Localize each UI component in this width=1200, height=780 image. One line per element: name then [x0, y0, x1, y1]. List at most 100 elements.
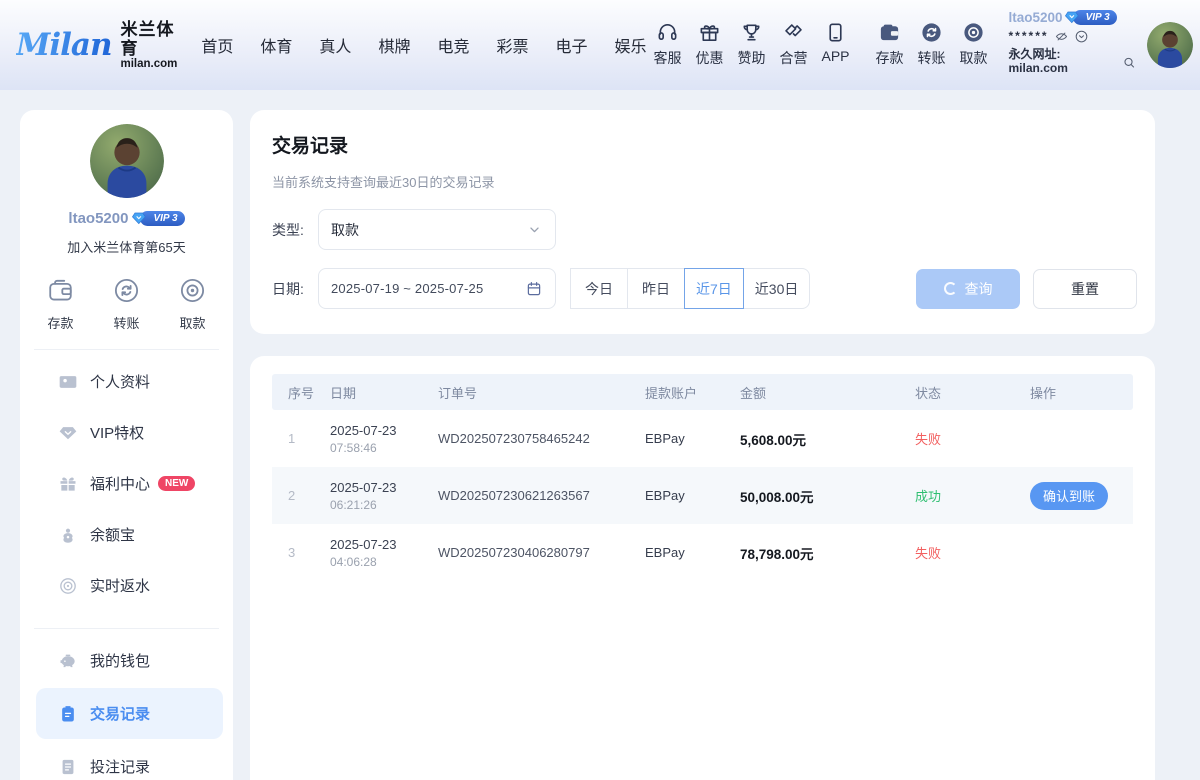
type-select[interactable]: 取款: [318, 209, 556, 250]
reset-button[interactable]: 重置: [1033, 269, 1137, 309]
sidebar-menu-item[interactable]: 实时返水: [20, 560, 233, 611]
nav-item[interactable]: 电竞: [437, 33, 469, 57]
sidebar-quick-action[interactable]: 转账: [112, 276, 141, 332]
table-column-header: 操作: [1030, 383, 1117, 402]
nav-item[interactable]: 娱乐: [615, 33, 647, 57]
join-days-text: 加入米兰体育第65天: [20, 237, 233, 256]
vip-diamond-icon: [132, 210, 149, 227]
quick-link-icon: [731, 21, 773, 44]
query-button-label: 查询: [965, 279, 993, 299]
nav-item[interactable]: 真人: [319, 33, 351, 57]
date-range-input[interactable]: 2025-07-19 ~ 2025-07-25: [318, 268, 556, 309]
sidebar-menu-item[interactable]: VIP特权: [20, 407, 233, 458]
header-quick-links: 客服 优惠 赞助 合营: [647, 21, 857, 68]
header-quick-link[interactable]: 客服: [647, 21, 689, 68]
cell-date: 2025-07-23 07:58:46: [330, 423, 438, 455]
sidebar-menu-item[interactable]: 交易记录: [36, 688, 223, 739]
cell-withdraw-account: EBPay: [645, 545, 740, 560]
sidebar-menu-item[interactable]: 个人资料: [20, 356, 233, 407]
brand-logo-script: Milan: [16, 27, 114, 63]
cell-order-number: WD202507230621263567: [438, 488, 645, 503]
sidebar-avatar[interactable]: [90, 124, 164, 198]
type-label: 类型:: [272, 220, 318, 240]
new-badge: NEW: [158, 476, 195, 491]
cell-index: 2: [288, 488, 330, 503]
permanent-url: 永久网址: milan.com: [1009, 48, 1118, 76]
header-quick-link[interactable]: 合营: [773, 21, 815, 68]
menu-item-icon: [58, 372, 90, 392]
table-column-header: 金额: [740, 383, 915, 402]
date-label: 日期:: [272, 279, 318, 299]
content: ltao5200 VIP 3 加入米兰体育第65天 存款: [0, 90, 1200, 780]
cell-amount: 50,008.00元: [740, 486, 915, 506]
main-area: 交易记录 当前系统支持查询最近30日的交易记录 类型: 取款 日期: 2025-…: [250, 110, 1155, 780]
table-column-header: 状态: [915, 383, 1030, 402]
table-column-header: 序号: [288, 383, 330, 402]
header-quick-link[interactable]: 赞助: [731, 21, 773, 68]
quick-link-label: 客服: [654, 48, 682, 68]
table-row: 2 2025-07-23 06:21:26 WD2025072306212635…: [272, 467, 1133, 524]
cell-status: 失败: [915, 543, 1030, 562]
cell-status: 成功: [915, 486, 1030, 505]
table-row: 3 2025-07-23 04:06:28 WD2025072304062807…: [272, 524, 1133, 581]
menu-item-icon: [58, 704, 90, 724]
eye-off-icon[interactable]: [1054, 29, 1069, 44]
quick-action-icon: [178, 276, 207, 305]
wallet-link-label: 取款: [960, 48, 988, 68]
table-header: 序号 日期 订单号 提款账户 金额 状态 操作: [272, 374, 1133, 410]
brand-name-cn: 米兰体育: [121, 20, 178, 58]
table-column-header: 日期: [330, 383, 438, 402]
quick-action-icon: [112, 276, 141, 305]
menu-item-label: VIP特权: [90, 422, 144, 443]
sidebar-quick-action[interactable]: 取款: [178, 276, 207, 332]
nav-item[interactable]: 首页: [201, 33, 233, 57]
menu-item-label: 福利中心: [90, 473, 150, 494]
cell-date: 2025-07-23 04:06:28: [330, 537, 438, 569]
header-wallet-links: 存款 转账 取款: [869, 21, 995, 68]
quick-action-label: 转账: [113, 313, 139, 332]
date-range-button[interactable]: 近30日: [743, 268, 811, 309]
main-nav: 首页 体育 真人 棋牌 电竞 彩票 电子 娱乐: [201, 33, 646, 57]
date-range-button[interactable]: 昨日: [627, 268, 685, 309]
sidebar-menu-item[interactable]: 福利中心 NEW: [20, 458, 233, 509]
header-quick-link[interactable]: 优惠: [689, 21, 731, 68]
nav-item[interactable]: 棋牌: [378, 33, 410, 57]
records-table-card: 序号 日期 订单号 提款账户 金额 状态 操作: [250, 356, 1155, 780]
menu-item-label: 个人资料: [90, 371, 150, 392]
brand-logo[interactable]: Milan 米兰体育 milan.com: [16, 20, 177, 71]
confirm-arrival-button[interactable]: 确认到账: [1030, 482, 1108, 510]
header-quick-link[interactable]: APP: [815, 21, 857, 68]
sidebar-menu-item[interactable]: 投注记录: [20, 741, 233, 780]
cell-status: 失败: [915, 429, 1030, 448]
nav-item[interactable]: 彩票: [496, 33, 528, 57]
brand-domain: milan.com: [121, 58, 178, 71]
date-range-button[interactable]: 近7日: [684, 268, 744, 309]
vip-label: VIP 3: [1086, 12, 1110, 24]
header-wallet-link[interactable]: 转账: [911, 21, 953, 68]
user-avatar[interactable]: [1147, 22, 1193, 68]
sidebar-menu-item[interactable]: 我的钱包: [20, 635, 233, 686]
nav-item[interactable]: 体育: [260, 33, 292, 57]
cell-order-number: WD202507230406280797: [438, 545, 645, 560]
cell-date-time: 06:21:26: [330, 498, 438, 512]
menu-item-icon: [58, 651, 90, 671]
sidebar-profile: ltao5200 VIP 3 加入米兰体育第65天: [20, 124, 233, 256]
header-wallet-link[interactable]: 存款: [869, 21, 911, 68]
sidebar-menu-item[interactable]: 余额宝: [20, 509, 233, 560]
search-icon[interactable]: [1122, 55, 1136, 70]
sidebar-quick-action[interactable]: 存款: [46, 276, 75, 332]
page-title: 交易记录: [272, 131, 1137, 158]
date-range-button[interactable]: 今日: [570, 268, 628, 309]
chevron-circle-icon[interactable]: [1074, 29, 1089, 44]
type-filter-row: 类型: 取款: [272, 209, 1137, 250]
nav-item[interactable]: 电子: [555, 33, 587, 57]
menu-item-label: 余额宝: [90, 524, 135, 545]
header-wallet-link[interactable]: 取款: [953, 21, 995, 68]
vip-badge: VIP 3: [1073, 10, 1117, 25]
calendar-icon: [525, 280, 543, 298]
cell-date-time: 07:58:46: [330, 441, 438, 455]
query-button[interactable]: 查询: [916, 269, 1020, 309]
menu-item-icon: [58, 525, 90, 545]
sidebar: ltao5200 VIP 3 加入米兰体育第65天 存款: [20, 110, 233, 780]
menu-item-label: 投注记录: [90, 756, 150, 777]
